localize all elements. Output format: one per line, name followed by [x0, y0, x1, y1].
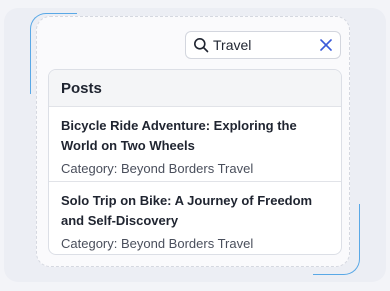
result-item[interactable]: Solo Trip on Bike: A Journey of Freedom …: [49, 182, 341, 254]
close-icon[interactable]: [320, 39, 332, 51]
results-section-header: Posts: [49, 70, 341, 107]
result-title: Bicycle Ride Adventure: Exploring the Wo…: [61, 118, 297, 153]
search-icon: [193, 37, 209, 53]
result-title: Solo Trip on Bike: A Journey of Freedom …: [61, 193, 313, 228]
search-results-dropdown: Posts Bicycle Ride Adventure: Exploring …: [48, 69, 342, 255]
result-item[interactable]: Bicycle Ride Adventure: Exploring the Wo…: [49, 107, 341, 182]
result-category: Category: Beyond Borders Travel: [61, 161, 254, 176]
search-input[interactable]: [209, 35, 313, 55]
search-box[interactable]: [185, 31, 341, 59]
result-category: Category: Beyond Borders Travel: [61, 236, 254, 251]
